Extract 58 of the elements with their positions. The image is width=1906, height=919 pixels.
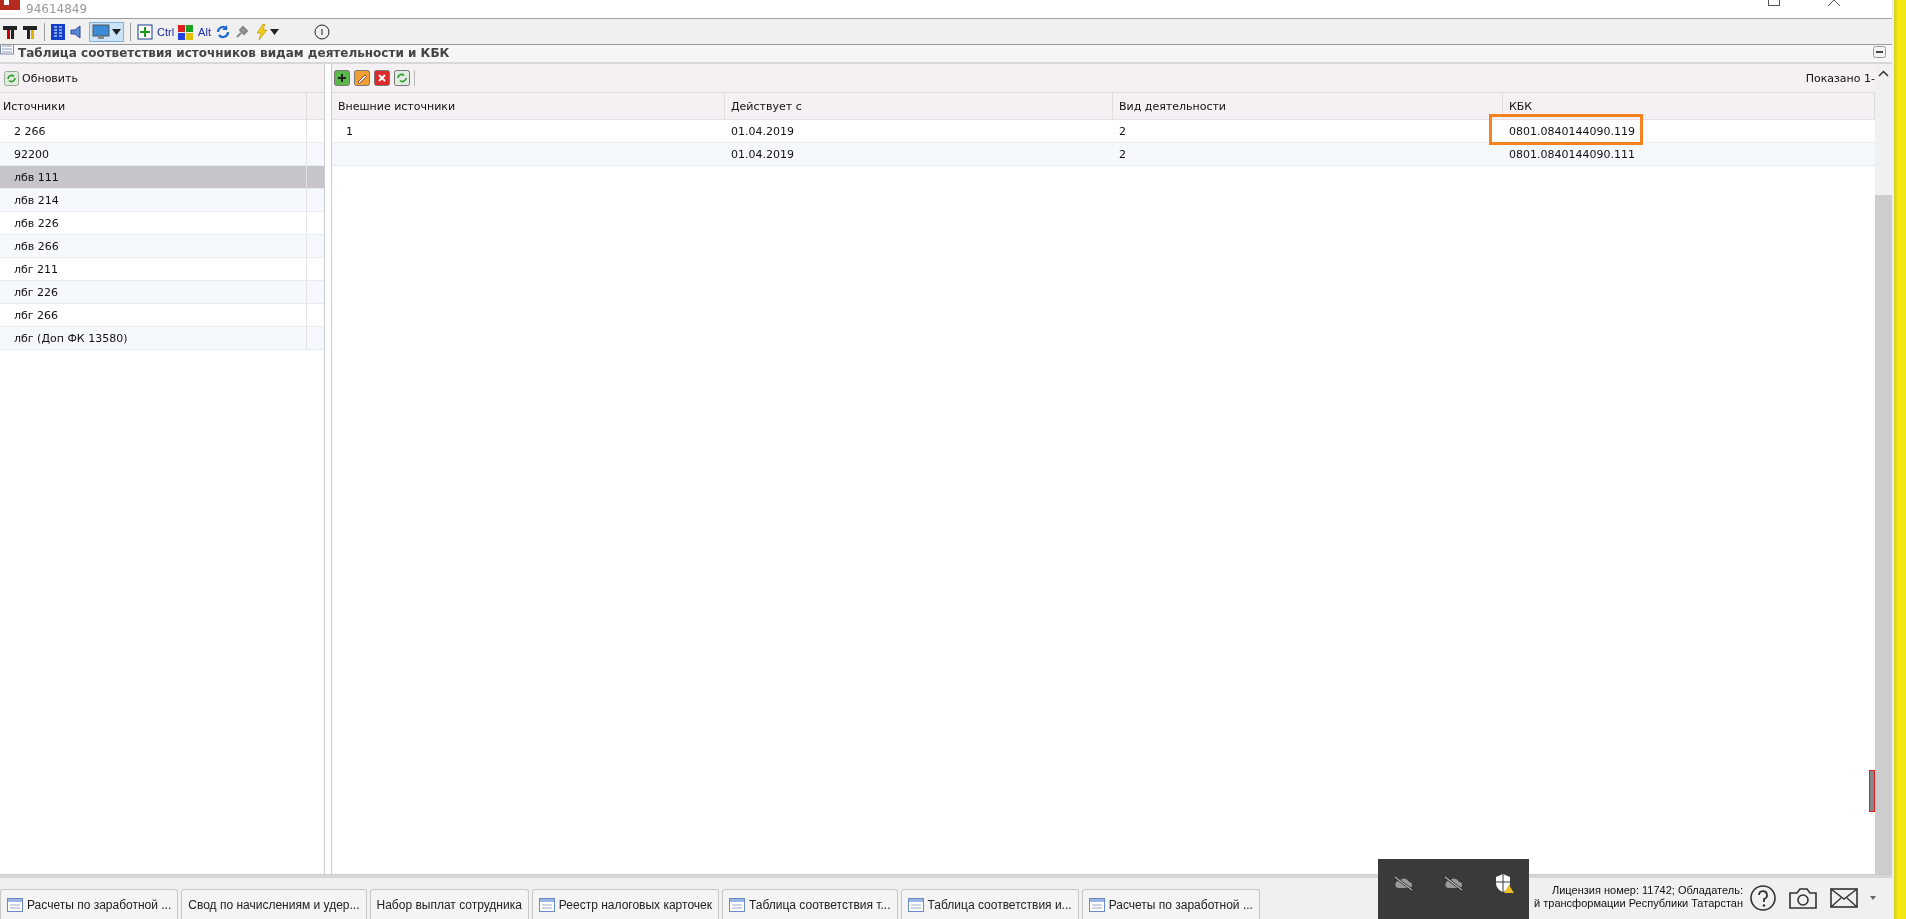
- monitor-icon: [92, 23, 110, 40]
- tool-icon[interactable]: [2, 23, 18, 40]
- panels-icon[interactable]: [51, 23, 65, 40]
- edit-button[interactable]: [354, 70, 370, 86]
- column-header[interactable]: Внешние источники: [332, 93, 725, 119]
- cloud-off-icon[interactable]: [1392, 875, 1414, 891]
- window-tab[interactable]: Набор выплат сотрудника: [369, 889, 529, 919]
- refresh-button[interactable]: Обновить: [2, 70, 80, 86]
- table-cell-text: 2: [1118, 146, 1127, 163]
- tool-icon[interactable]: [22, 23, 38, 40]
- record-count: Показано 1-: [1805, 71, 1875, 85]
- scroll-up-icon[interactable]: [1878, 70, 1889, 77]
- camera-icon[interactable]: [1788, 886, 1818, 910]
- caret-icon: [112, 28, 121, 35]
- splitter-handle[interactable]: [1869, 770, 1875, 812]
- power-icon[interactable]: [313, 23, 330, 40]
- ctrl-key[interactable]: Ctrl: [157, 25, 175, 38]
- window-tab[interactable]: Расчеты по заработной ...: [1081, 889, 1260, 919]
- windows-key-icon[interactable]: [178, 23, 195, 40]
- license-text: й трансформации Республики Татарстан: [1534, 897, 1743, 910]
- scroll-thumb[interactable]: [1875, 195, 1892, 874]
- window-tab[interactable]: Свод по начислениям и удер...: [181, 889, 367, 919]
- caret-icon[interactable]: [1870, 896, 1876, 900]
- display-button[interactable]: [89, 21, 124, 42]
- table-cell-text: 0801.0840144090.111: [1508, 146, 1636, 163]
- table-cell-text: 01.04.2019: [730, 146, 795, 163]
- window-tab[interactable]: Реестр налоговых карточек: [531, 889, 719, 919]
- table-cell-text: 0801.0840144090.119: [1508, 123, 1636, 140]
- fit-screen-icon[interactable]: [137, 23, 153, 40]
- window-tab[interactable]: Расчеты по заработной ...: [0, 889, 179, 919]
- mail-icon[interactable]: [1830, 887, 1858, 909]
- collapse-icon[interactable]: [1873, 46, 1886, 58]
- table-cell-text: 01.04.2019: [730, 123, 795, 140]
- table-cell-text: 2: [1118, 123, 1127, 140]
- add-button[interactable]: [334, 70, 350, 86]
- window-tab[interactable]: Таблица соответствия т...: [721, 889, 898, 919]
- delete-button[interactable]: [374, 70, 390, 86]
- table-cell-text: 1: [345, 123, 354, 140]
- license-text: Лицензия номер: 11742; Обладатель:: [1552, 884, 1743, 897]
- refresh-icon: [4, 70, 19, 86]
- window-tab[interactable]: Таблица соответствия и...: [900, 889, 1079, 919]
- shield-warning-icon[interactable]: [1494, 873, 1515, 893]
- refresh-icon[interactable]: [214, 23, 231, 40]
- column-header[interactable]: Вид деятельности: [1113, 93, 1503, 119]
- window-title: 94614849: [26, 2, 88, 17]
- caret-icon: [269, 28, 279, 35]
- cloud-off-icon[interactable]: [1443, 875, 1465, 891]
- lightning-icon: [255, 23, 268, 40]
- alt-key[interactable]: Alt: [198, 25, 211, 38]
- refresh-button[interactable]: [394, 70, 410, 86]
- column-header[interactable]: Действует с: [725, 93, 1113, 119]
- delete-icon: [374, 70, 390, 86]
- refresh-icon: [394, 70, 410, 86]
- edit-icon: [354, 70, 370, 86]
- help-icon[interactable]: [1750, 885, 1776, 911]
- panel-title: Таблица соответствия источников видам деятельности и КБК: [18, 46, 450, 61]
- plug-icon[interactable]: [234, 24, 249, 39]
- add-icon: [334, 70, 350, 86]
